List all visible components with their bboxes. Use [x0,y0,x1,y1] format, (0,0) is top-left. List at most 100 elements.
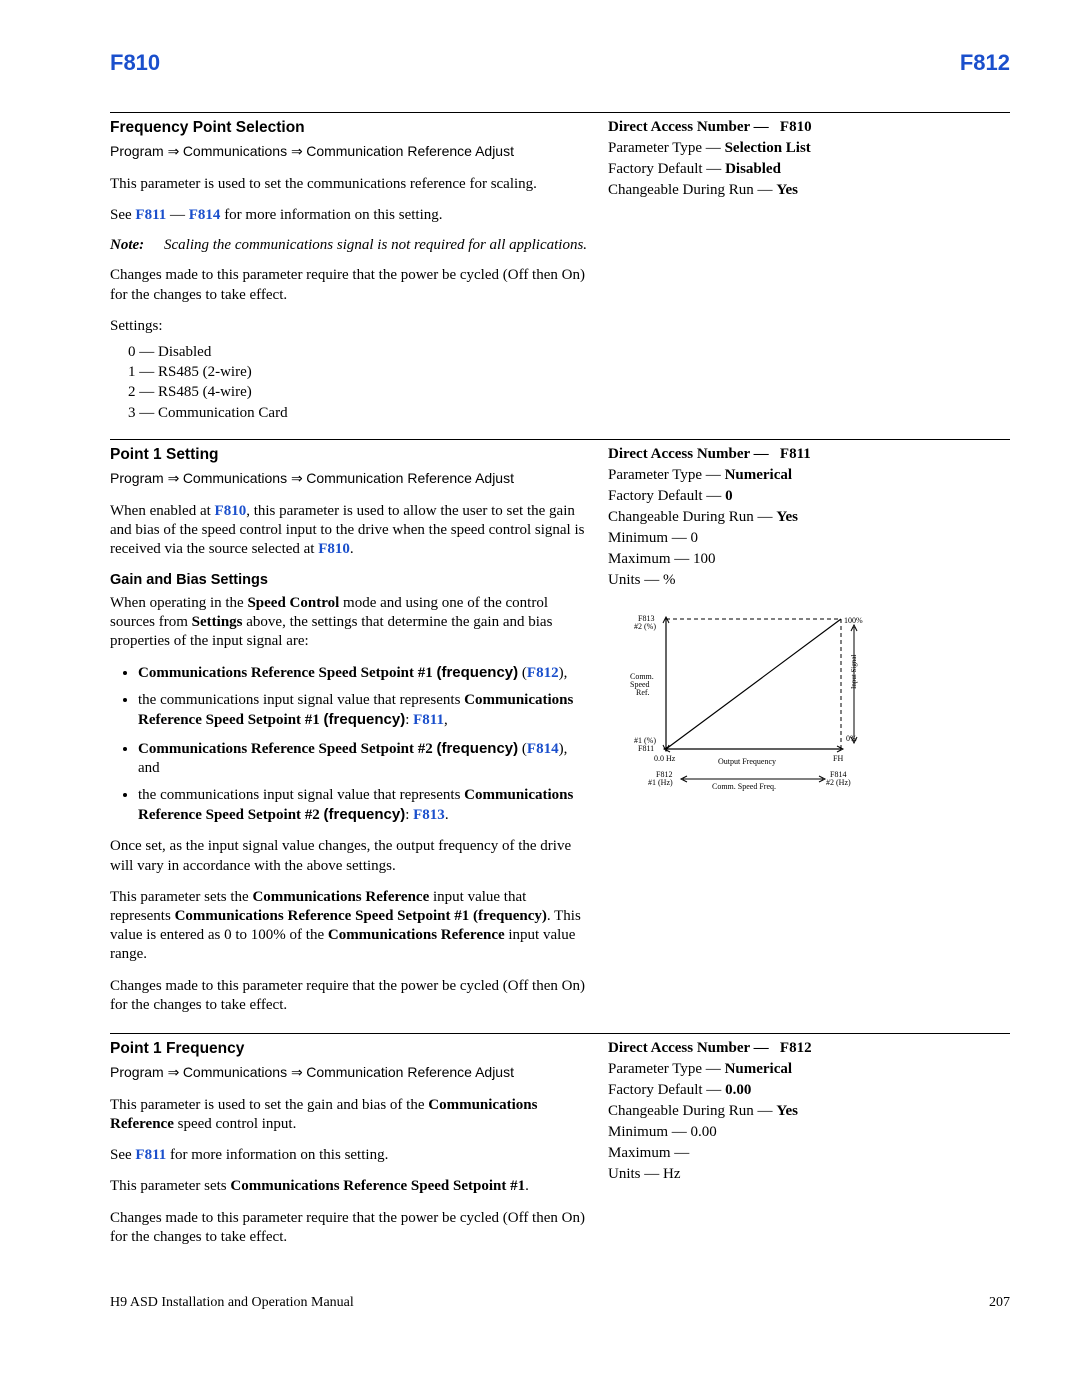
value: % [663,572,676,588]
label: Factory Default — [608,1082,721,1098]
setting-item: 1 — RS485 (2-wire) [128,362,590,382]
footer-left: H9 ASD Installation and Operation Manual [110,1295,354,1311]
crumb-a: Program [110,1064,164,1080]
link-f814[interactable]: F814 [527,741,559,757]
crumb-c: Communication Reference Adjust [306,1064,514,1080]
main-column: Point 1 Setting Program ⇒ Communications… [110,446,608,1027]
paragraph: This parameter sets Communications Refer… [110,1177,590,1196]
link-f810[interactable]: F810 [318,541,350,557]
text: speed control input. [174,1116,296,1132]
bullet-list: Communications Reference Speed Setpoint … [110,663,590,825]
breadcrumb: Program ⇒ Communications ⇒ Communication… [110,1064,590,1082]
text: See [110,1147,135,1163]
list-item: Communications Reference Speed Setpoint … [138,739,590,778]
bold-text: (frequency) [436,740,518,757]
section-title: Point 1 Setting [110,446,590,464]
label: Output Frequency [718,757,776,766]
header-left: F810 [110,50,160,76]
see-line: See F811 — F814 for more information on … [110,206,590,225]
settings-label: Settings: [110,317,590,336]
dan-row: Direct Access Number — F811 [608,446,1010,463]
arrow-icon: ⇒ [168,145,183,160]
link-f813[interactable]: F813 [413,807,445,823]
label: Changeable During Run — [608,509,773,525]
link-f811[interactable]: F811 [135,207,166,223]
link-f811[interactable]: F811 [413,712,444,728]
label: Units — [608,1166,659,1182]
text: This parameter sets the [110,889,252,905]
label: Minimum — [608,1124,687,1140]
fdef-row: Factory Default — 0.00 [608,1082,1010,1099]
crumb-a: Program [110,470,164,486]
label: Factory Default — [608,161,721,177]
crun-row: Changeable During Run — Yes [608,509,1010,526]
list-item: the communications input signal value th… [138,786,590,825]
label: Ref. [636,688,650,697]
arrow-icon: ⇒ [291,1066,306,1081]
text: When enabled at [110,503,215,519]
max-row: Maximum — [608,1145,1010,1162]
bold-text: Communications Reference Speed Setpoint … [175,908,547,924]
units-row: Units — Hz [608,1166,1010,1183]
bold-text: Communications Reference [328,927,505,943]
value: Disabled [725,161,781,177]
units-row: Units — % [608,572,1010,589]
value: Selection List [725,140,811,156]
value: Yes [776,182,798,198]
value: 100 [693,551,716,567]
value: Yes [776,509,798,525]
text: ( [518,741,527,757]
crun-row: Changeable During Run — Yes [608,1103,1010,1120]
text: the communications input signal value th… [138,787,464,803]
paragraph: Changes made to this parameter require t… [110,266,590,304]
bold-text: Communications Reference Speed Setpoint … [230,1178,525,1194]
bold-text: Settings [192,614,243,630]
note: Note: Scaling the communications signal … [110,237,590,254]
text: . [350,541,354,557]
page-header: F810 F812 [110,50,1010,76]
value: F812 [780,1040,812,1056]
breadcrumb: Program ⇒ Communications ⇒ Communication… [110,143,590,161]
label: Changeable During Run — [608,182,773,198]
paragraph: Once set, as the input signal value chan… [110,837,590,875]
label: #1 (Hz) [648,778,673,787]
link-f811[interactable]: F811 [135,1147,166,1163]
section-f811: Point 1 Setting Program ⇒ Communications… [110,439,1010,1027]
paragraph: Changes made to this parameter require t… [110,977,590,1015]
crumb-b: Communications [183,1064,287,1080]
list-item: the communications input signal value th… [138,691,590,730]
arrow-icon: ⇒ [291,145,306,160]
link-f814[interactable]: F814 [189,207,221,223]
text: , [444,712,448,728]
link-f812[interactable]: F812 [527,665,559,681]
text: : [405,712,413,728]
section-f810: Frequency Point Selection Program ⇒ Comm… [110,112,1010,433]
label: 0% [846,734,857,743]
value: F811 [780,446,811,462]
subheading: Gain and Bias Settings [110,572,590,588]
footer-right: 207 [989,1295,1010,1311]
crun-row: Changeable During Run — Yes [608,182,1010,199]
label: Parameter Type — [608,1061,721,1077]
paragraph: This parameter is used to set the gain a… [110,1096,590,1134]
label: Direct Access Number — [608,446,769,462]
bold-text: Communications Reference [252,889,429,905]
arrow-icon: ⇒ [291,472,306,487]
max-row: Maximum — 100 [608,551,1010,568]
label: Changeable During Run — [608,1103,773,1119]
bold-text: (frequency) [436,664,518,681]
side-column: Direct Access Number — F811 Parameter Ty… [608,446,1010,1027]
link-f810[interactable]: F810 [215,503,247,519]
text: . [525,1178,529,1194]
paragraph: When enabled at F810, this parameter is … [110,502,590,560]
crumb-b: Communications [183,143,287,159]
bold-text: Communications Reference Speed Setpoint … [138,665,436,681]
paragraph: Changes made to this parameter require t… [110,1209,590,1247]
label: Comm. Speed Freq. [712,782,776,791]
side-column: Direct Access Number — F810 Parameter Ty… [608,119,1010,433]
label: Minimum — [608,530,687,546]
ptype-row: Parameter Type — Numerical [608,1061,1010,1078]
value: Numerical [725,1061,792,1077]
text: : [405,807,413,823]
value: Numerical [725,467,792,483]
